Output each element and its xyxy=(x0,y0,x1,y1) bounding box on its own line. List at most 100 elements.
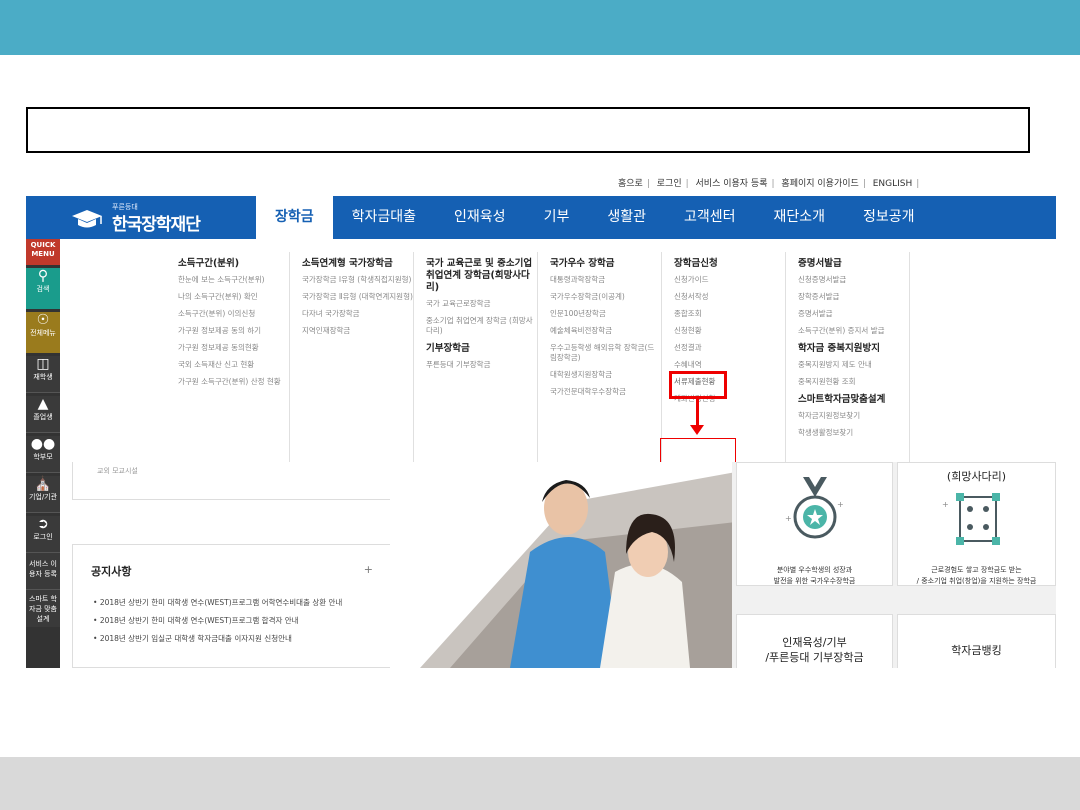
mega-item[interactable]: 가구원 정보제공 동의현황 xyxy=(178,343,289,353)
menu-dormitory[interactable]: 생활관 xyxy=(588,196,665,239)
mega-item[interactable]: 중소기업 취업연계 장학금 (희망사다리) xyxy=(426,316,537,336)
quick-institution[interactable]: ⛪ 기업/기관 xyxy=(26,476,60,513)
institution-icon: ⛪ xyxy=(34,476,52,492)
mega-item[interactable]: 국가전문대학우수장학금 xyxy=(550,387,661,397)
tile-banking[interactable]: 학자금뱅킹 xyxy=(897,614,1056,668)
mega-item[interactable]: 다자녀 국가장학금 xyxy=(302,309,413,319)
mega-col-certificate: 증명서발급 신청증명서발급 장학증서발급 증명서발급 소득구간(분위) 증지서 … xyxy=(786,252,910,470)
svg-text:+: + xyxy=(837,500,844,509)
mega-item[interactable]: 신청서작성 xyxy=(674,292,785,302)
mega-item[interactable]: 종합조회 xyxy=(674,309,785,319)
mega-item[interactable]: 중복지원현황 조회 xyxy=(798,377,909,387)
quick-smart-plan[interactable]: 스마트 학자금 맞춤설계 xyxy=(26,590,60,627)
login-link[interactable]: 로그인 xyxy=(657,179,682,189)
utility-links: 홈으로 | 로그인 | 서비스 이용자 등록 | 홈페이지 이용가이드 | ENGLIS… xyxy=(618,179,920,189)
mega-item[interactable]: 대학원생지원장학금 xyxy=(550,370,661,380)
mega-item[interactable]: 우수고등학생 해외유학 장학금(드림장학금) xyxy=(550,343,661,363)
menu-donation[interactable]: 기부 xyxy=(525,196,589,239)
info-card-text: 교외 모교시설 xyxy=(97,467,138,475)
tile-title: 학자금뱅킹 xyxy=(951,644,1002,657)
quick-login[interactable]: ➲ 로그인 xyxy=(26,516,60,553)
mega-item[interactable]: 인문100년장학금 xyxy=(550,309,661,319)
mega-item[interactable]: 수혜내역 xyxy=(674,360,785,370)
mega-item[interactable]: 선정결과 xyxy=(674,343,785,353)
main-nav: 푸른등대 한국장학재단 장학금 학자금대출 인재육성 기부 생활관 고객센터 재… xyxy=(26,196,1056,239)
notice-title: 공지사항 xyxy=(91,565,132,578)
mega-heading: 학자금 중복지원방지 xyxy=(798,343,880,354)
menu-scholarship[interactable]: 장학금 xyxy=(256,196,333,239)
menu-talent[interactable]: 인재육성 xyxy=(435,196,525,239)
menu-student-loan[interactable]: 학자금대출 xyxy=(333,196,435,239)
search-icon: ⚲ xyxy=(37,268,49,284)
svg-text:+: + xyxy=(785,514,792,523)
quick-parents[interactable]: ●● 학부모 xyxy=(26,436,60,473)
mega-item[interactable]: 신청가이드 xyxy=(674,275,785,285)
mega-item[interactable]: 대통령과학장학금 xyxy=(550,275,661,285)
svg-text:+: + xyxy=(942,500,949,509)
quick-register[interactable]: 서비스 이용자 등록 xyxy=(26,553,60,590)
mega-item[interactable]: 한눈에 보는 소득구간(분위) xyxy=(178,275,289,285)
notice-item[interactable]: • 2018년 상반기 한미 대학생 연수(WEST)프로그램 어학연수비대출 … xyxy=(93,597,342,608)
website-screenshot: 홈으로 | 로그인 | 서비스 이용자 등록 | 홈페이지 이용가이드 | ENGLIS… xyxy=(26,172,1056,668)
arrow-down-icon xyxy=(690,425,704,435)
slide-header-bar xyxy=(0,0,1080,55)
mega-item[interactable]: 가구원 소득구간(분위) 산정 현황 xyxy=(178,377,289,387)
tile-hope-ladder[interactable]: (희망사다리) + 근로경험도 쌓고 장학금도 받는 / 중소기업 취업(창업)을… xyxy=(897,462,1056,586)
register-link[interactable]: 서비스 이용자 등록 xyxy=(696,179,768,189)
tile-desc: 근로경험도 쌓고 장학금도 받는 / 중소기업 취업(창업)을 지원하는 장학금 xyxy=(916,566,1037,585)
parents-icon: ●● xyxy=(30,436,56,452)
mega-heading: 국가우수 장학금 xyxy=(550,258,615,269)
quick-student[interactable]: ◫ 재학생 xyxy=(26,356,60,393)
quick-all-menu[interactable]: ☉ 전체메뉴 xyxy=(26,312,60,353)
mega-item[interactable]: 예술체육비전장학금 xyxy=(550,326,661,336)
notice-item[interactable]: • 2018년 상반기 임실군 대학생 학자금대출 이자지원 신청안내 xyxy=(93,633,292,644)
login-icon: ➲ xyxy=(37,516,49,532)
book-icon: ◫ xyxy=(36,356,50,372)
slide-footer-bar xyxy=(0,757,1080,810)
mega-item[interactable]: 장학증서발급 xyxy=(798,292,909,302)
mega-item[interactable]: 학생생활정보찾기 xyxy=(798,428,909,438)
quick-menu: QUICK MENU ⚲ 검색 ☉ 전체메뉴 ◫ 재학생 ▲ 졸업생 ●● 학부모 ⛪ 기업… xyxy=(26,239,60,668)
logo-name: 한국장학재단 xyxy=(112,215,201,235)
quick-search[interactable]: ⚲ 검색 xyxy=(26,268,60,309)
slide-title-box xyxy=(26,107,1030,153)
mega-heading: 국가 교육근로 및 중소기업 취업연계 장학금(희망사다리) xyxy=(426,258,533,293)
mega-item[interactable]: 국가장학금 Ⅱ유형 (대학연계지원형) xyxy=(302,292,413,302)
mega-item[interactable]: 신청증명서발급 xyxy=(798,275,909,285)
scholarship-mega-menu: 소득구간(분위) 한눈에 보는 소득구간(분위) 나의 소득구간(분위) 확인 … xyxy=(166,252,916,470)
mega-item[interactable]: 학자금지원정보찾기 xyxy=(798,411,909,421)
mega-item[interactable]: 지역인재장학금 xyxy=(302,326,413,336)
mega-item[interactable]: 신청현황 xyxy=(674,326,785,336)
notice-item[interactable]: • 2018년 상반기 한미 대학생 연수(WEST)프로그램 합격자 안내 xyxy=(93,615,299,626)
mega-item[interactable]: 푸른등대 기부장학금 xyxy=(426,360,537,370)
mega-item[interactable]: 나의 소득구간(분위) 확인 xyxy=(178,292,289,302)
english-link[interactable]: ENGLISH xyxy=(873,179,913,189)
menu-about[interactable]: 재단소개 xyxy=(755,196,845,239)
home-link[interactable]: 홈으로 xyxy=(618,179,643,189)
guide-link[interactable]: 홈페이지 이용가이드 xyxy=(781,179,858,189)
tile-national-excellence[interactable]: + + 분야별 우수학생의 성장과 발전을 위한 국가우수장학금 xyxy=(736,462,893,586)
mega-item[interactable]: 소득구간(분위) 증지서 발급 xyxy=(798,326,909,336)
mega-item[interactable]: 중복지원방지 제도 안내 xyxy=(798,360,909,370)
menu-customer-center[interactable]: 고객센터 xyxy=(665,196,755,239)
mega-item[interactable]: 가구원 정보제공 동의 하기 xyxy=(178,326,289,336)
students-photo-icon xyxy=(420,472,736,668)
mega-heading: 스마트학자금맞춤설계 xyxy=(798,394,886,405)
mega-item[interactable]: 국가우수장학금(이공계) xyxy=(550,292,661,302)
hero-photo xyxy=(390,462,736,668)
mega-heading: 기부장학금 xyxy=(426,343,470,354)
info-card: 교외 모교시설 xyxy=(72,462,392,500)
quick-menu-title: QUICK MENU xyxy=(26,239,60,265)
mega-item[interactable]: 국가장학금 Ⅰ유형 (학생직접지원형) xyxy=(302,275,413,285)
menu-info[interactable]: 정보공개 xyxy=(844,196,934,239)
quick-graduate[interactable]: ▲ 졸업생 xyxy=(26,396,60,433)
graduation-cap-icon: ▲ xyxy=(37,396,49,412)
mega-item[interactable]: 국외 소득재산 신고 현황 xyxy=(178,360,289,370)
notice-more-button[interactable]: + xyxy=(364,563,373,576)
mega-item[interactable]: 국가 교육근로장학금 xyxy=(426,299,537,309)
notice-panel: 공지사항 + • 2018년 상반기 한미 대학생 연수(WEST)프로그램 어… xyxy=(72,544,392,668)
tile-talent-donation[interactable]: 인재육성/기부/푸른등대 기부장학금 xyxy=(736,614,893,668)
mega-item[interactable]: 증명서발급 xyxy=(798,309,909,319)
mega-item[interactable]: 소득구간(분위) 이의신청 xyxy=(178,309,289,319)
graduation-cap-logo-icon xyxy=(72,210,102,228)
